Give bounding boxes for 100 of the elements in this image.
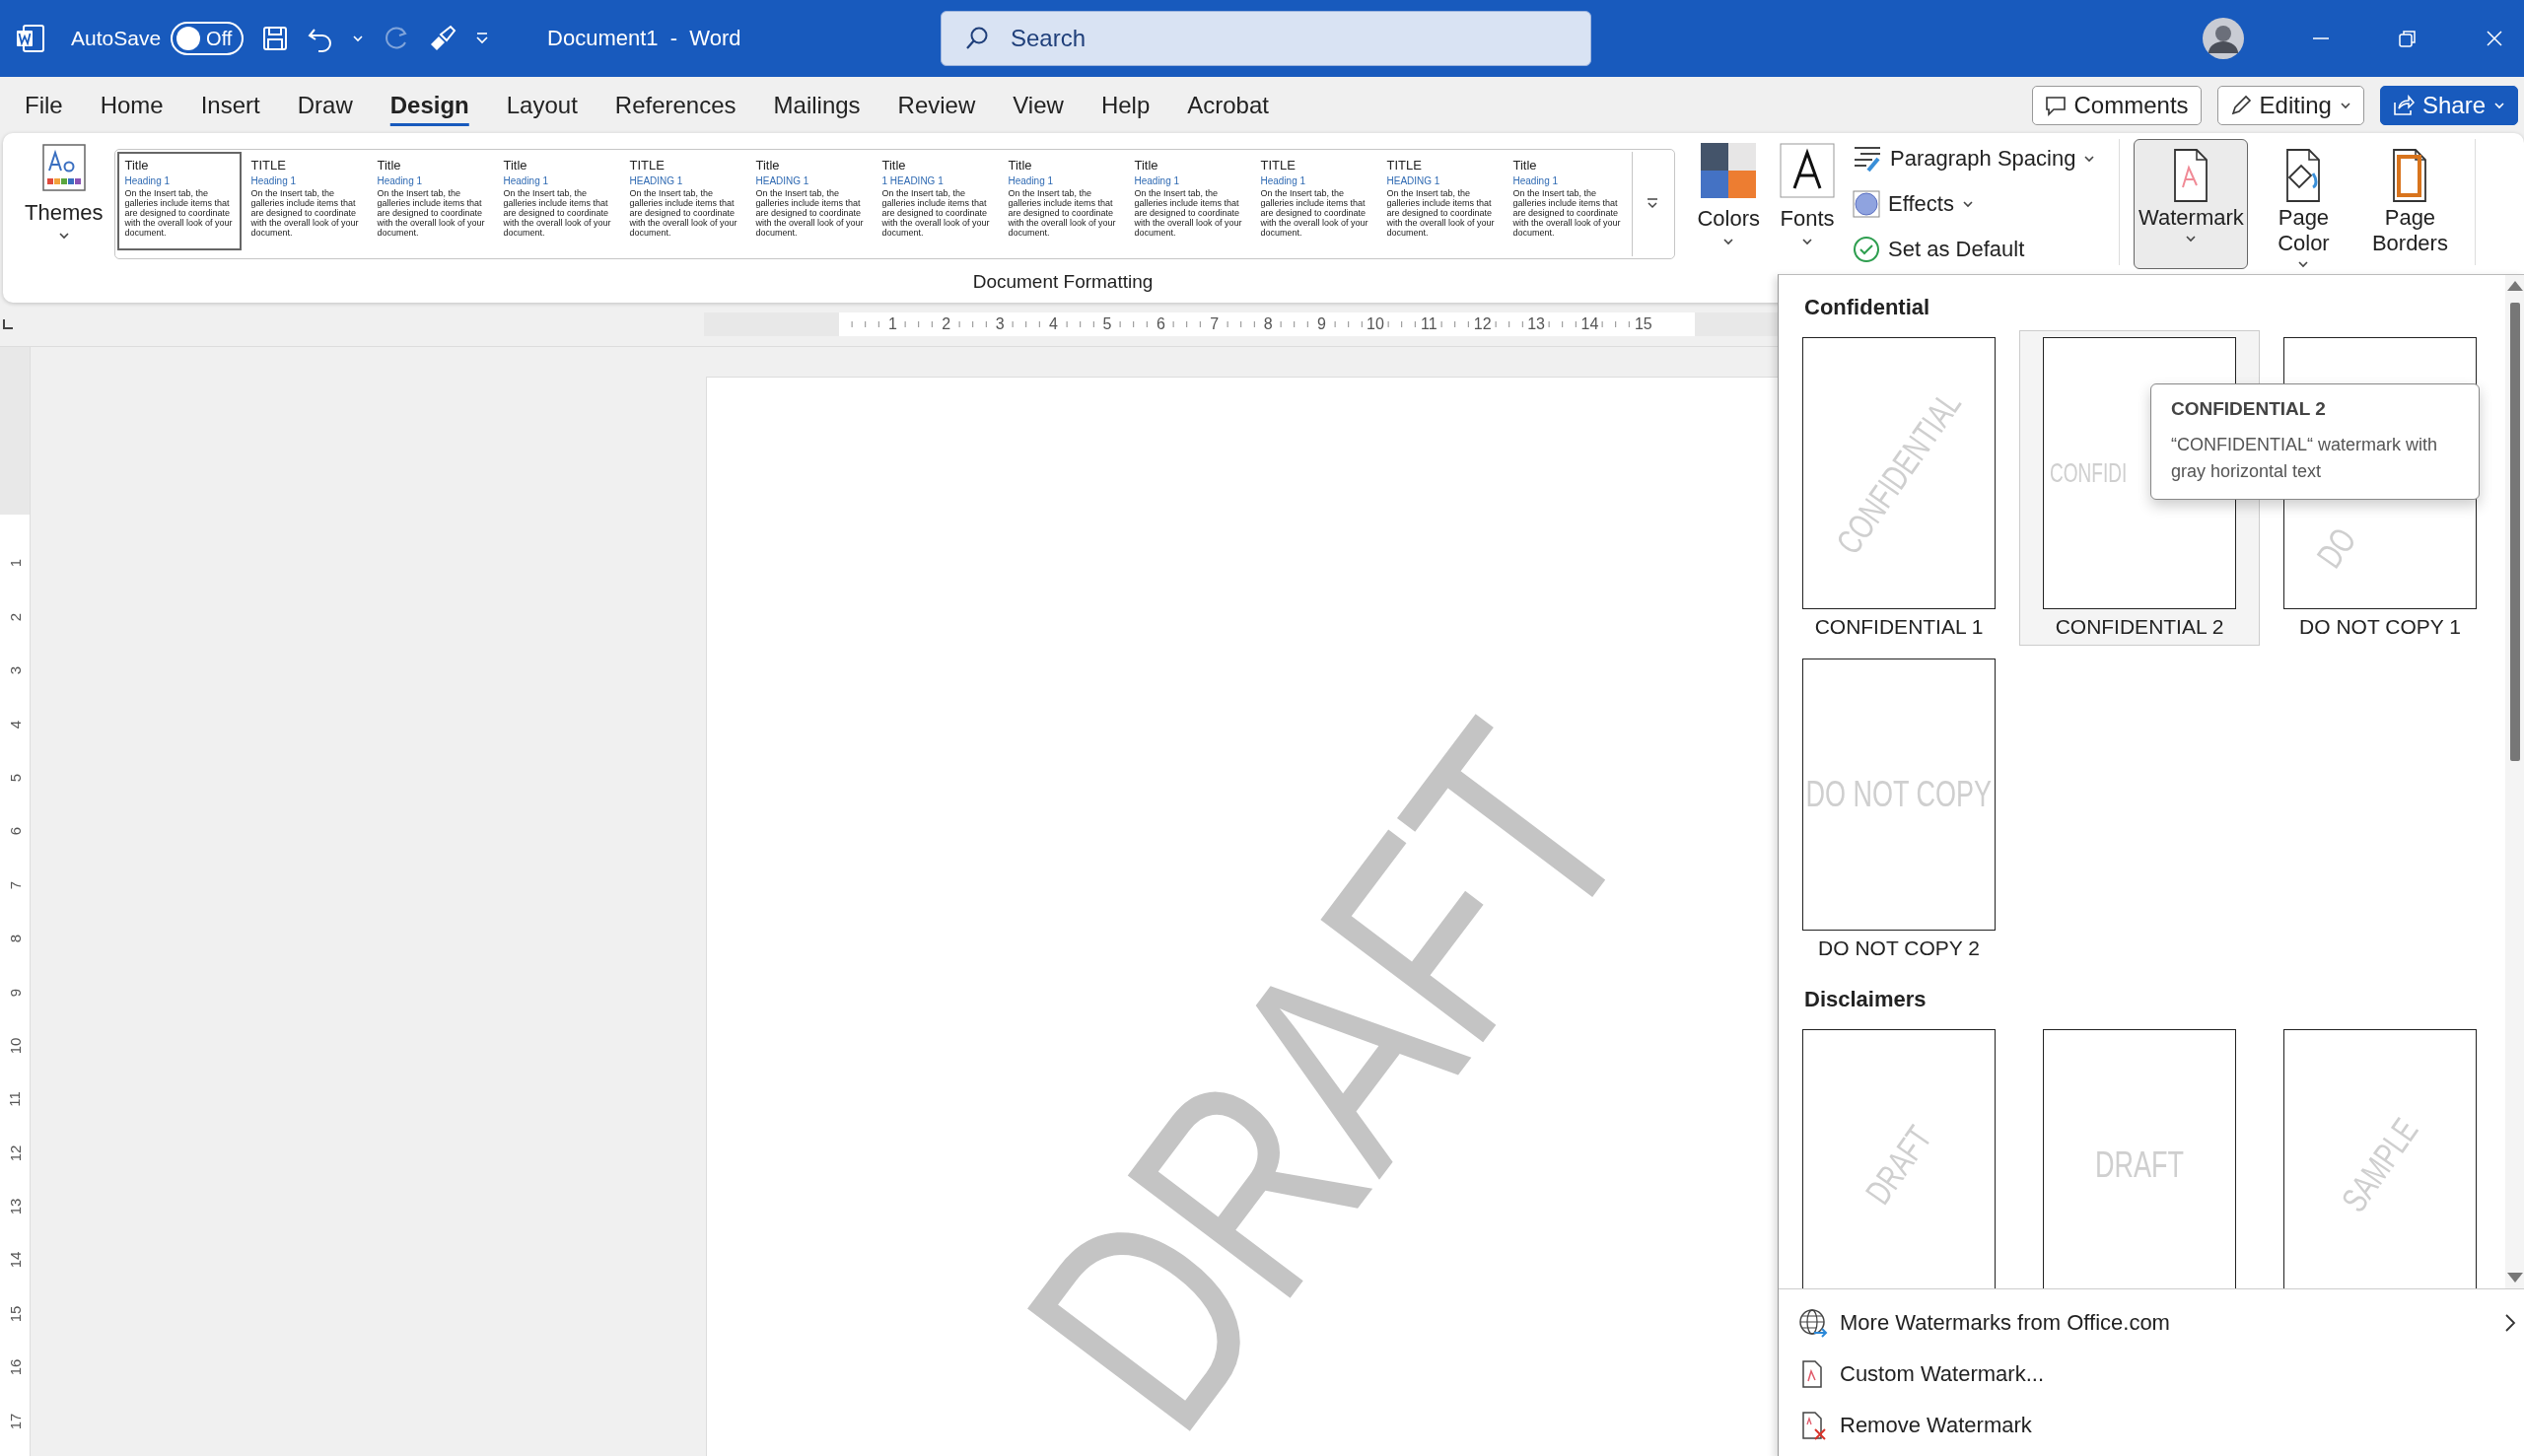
paragraph-spacing-icon [1853, 145, 1883, 173]
ruler-number: 14 [1580, 316, 1599, 332]
style-heading: Heading 1 [1008, 175, 1055, 186]
ruler-number: 4 [7, 720, 23, 728]
caret-icon [1722, 236, 1735, 247]
style-title: Title [1134, 158, 1159, 173]
save-icon[interactable] [261, 25, 290, 52]
menu-tab[interactable]: Home [81, 83, 182, 127]
more-watermarks-item[interactable]: More Watermarks from Office.com [1798, 1297, 2524, 1349]
ruler-number: 2 [942, 316, 951, 332]
menu-tab[interactable]: View [994, 83, 1083, 127]
ruler-number: 17 [7, 1413, 23, 1429]
menu-tab[interactable]: Review [878, 83, 995, 127]
remove-watermark-item[interactable]: Remove Watermark [1798, 1400, 2524, 1451]
ruler-number: 7 [1210, 316, 1220, 332]
document-title: Document1 - Word [547, 26, 741, 51]
ruler-number: 2 [7, 612, 23, 621]
ruler-number: 1 [887, 316, 897, 332]
scrollbar[interactable] [2505, 275, 2524, 1288]
style-set-thumbnail[interactable]: TITLE Heading 1 On the Insert tab, the galleries include items that are designed to coordinate with the overall look of your document. [244, 152, 369, 250]
ruler-number: 7 [7, 880, 23, 889]
style-title: Title [881, 158, 907, 173]
customize-icon[interactable] [474, 31, 491, 46]
style-title: TITLE [1260, 158, 1297, 173]
page-color-button[interactable]: Page Color [2252, 139, 2355, 269]
menu-tab[interactable]: Mailings [754, 83, 879, 127]
style-set-thumbnail[interactable]: Title 1 HEADING 1 On the Insert tab, the galleries include items that are designed to coordinate with the overall look of your document. [875, 152, 1000, 250]
style-title: Title [124, 158, 150, 173]
style-set-thumbnail[interactable]: Title Heading 1 On the Insert tab, the galleries include items that are designed to coordinate with the overall look of your document. [370, 152, 495, 250]
tab-stop-icon[interactable] [2, 318, 14, 330]
effects-button[interactable]: Effects [1853, 186, 2096, 222]
style-heading: Heading 1 [250, 175, 298, 186]
menu-tab[interactable]: References [596, 83, 755, 127]
ruler-number: 13 [7, 1198, 23, 1215]
ruler-number: 8 [1263, 316, 1273, 332]
ruler-number: 10 [7, 1037, 23, 1055]
menu-tab[interactable]: Layout [487, 83, 596, 127]
editing-button[interactable]: Editing [2216, 85, 2364, 125]
menu-tab[interactable]: Draw [278, 83, 372, 127]
caret-icon [2297, 258, 2310, 270]
style-body-text: On the Insert tab, the galleries include items that are designed to coordinate with the overall look of your document. [629, 188, 738, 238]
menu-tab[interactable]: Insert [181, 83, 279, 127]
ruler-number: 6 [7, 827, 23, 836]
menu-tab[interactable]: File [6, 83, 82, 127]
ruler-number: 15 [1634, 316, 1652, 332]
word-icon[interactable] [16, 24, 45, 53]
color-swatch-icon [1701, 143, 1757, 198]
caret-icon[interactable] [352, 33, 365, 44]
style-body-text: On the Insert tab, the galleries include items that are designed to coordinate with the overall look of your document. [755, 188, 865, 238]
style-heading: 1 HEADING 1 [881, 175, 945, 186]
style-set-thumbnail[interactable]: TITLE HEADING 1 On the Insert tab, the galleries include items that are designed to coordinate with the overall look of your document. [1379, 152, 1505, 250]
style-set-thumbnail[interactable]: Title Heading 1 On the Insert tab, the galleries include items that are designed to coordinate with the overall look of your document. [1001, 152, 1126, 250]
ruler-number: 5 [7, 773, 23, 783]
ruler-number: 6 [1156, 316, 1165, 332]
comments-button[interactable]: Comments [2031, 85, 2202, 125]
style-heading: HEADING 1 [755, 175, 810, 186]
style-body-text: On the Insert tab, the galleries include items that are designed to coordinate with the overall look of your document. [1134, 188, 1243, 238]
style-set-thumbnail[interactable]: Title Heading 1 On the Insert tab, the galleries include items that are designed to coordinate with the overall look of your document. [117, 152, 243, 250]
menu-tab[interactable]: Acrobat [1168, 83, 1288, 127]
close-icon[interactable] [2485, 29, 2504, 48]
style-body-text: On the Insert tab, the galleries include items that are designed to coordinate with the overall look of your document. [250, 188, 360, 238]
style-title: Title [503, 158, 528, 173]
ruler-number: 16 [7, 1358, 23, 1376]
ruler-number: 11 [1421, 316, 1437, 332]
vertical-ruler[interactable]: 1 2 3 4 5 6 7 8 9 10 11 12 13 14 15 16 17 [0, 347, 31, 1456]
custom-watermark-item[interactable]: Custom Watermark... [1798, 1349, 2524, 1400]
style-set-thumbnail[interactable]: Title HEADING 1 On the Insert tab, the galleries include items that are designed to coordinate with the overall look of your document. [748, 152, 874, 250]
search-field[interactable]: Search [941, 11, 1591, 66]
style-set-thumbnail[interactable]: TITLE Heading 1 On the Insert tab, the galleries include items that are designed to coordinate with the overall look of your document. [1253, 152, 1378, 250]
caret-icon [1801, 236, 1814, 247]
globe-icon [1798, 1308, 1828, 1338]
ruler-number: 14 [7, 1252, 23, 1269]
page-borders-button[interactable]: Page Borders [2358, 139, 2462, 269]
autosave-toggle[interactable]: Off [171, 22, 245, 55]
style-set-thumbnail[interactable]: TITLE HEADING 1 On the Insert tab, the galleries include items that are designed to coordinate with the overall look of your document. [622, 152, 747, 250]
colors-button[interactable]: Colors [1689, 139, 1769, 251]
style-heading: Heading 1 [503, 175, 550, 186]
menu-tab[interactable]: Help [1082, 83, 1169, 127]
style-set-thumbnail[interactable]: Title Heading 1 On the Insert tab, the galleries include items that are designed to coordinate with the overall look of your document. [496, 152, 621, 250]
set-as-default-button[interactable]: Set as Default [1853, 232, 2096, 267]
style-heading: HEADING 1 [1386, 175, 1441, 186]
ruler-number: 15 [7, 1305, 23, 1323]
paragraph-spacing-button[interactable]: Paragraph Spacing [1853, 141, 2096, 176]
fonts-button[interactable]: Fonts [1772, 139, 1844, 251]
style-set-thumbnail[interactable]: Title Heading 1 On the Insert tab, the galleries include items that are designed to coordinate with the overall look of your document. [1127, 152, 1252, 250]
themes-button[interactable]: Themes [17, 139, 111, 245]
style-body-text: On the Insert tab, the galleries include items that are designed to coordinate with the overall look of your document. [1260, 188, 1369, 238]
avatar-icon[interactable] [2203, 18, 2244, 59]
ruler-number: 11 [7, 1091, 23, 1108]
style-body-text: On the Insert tab, the galleries include items that are designed to coordinate with the overall look of your document. [1386, 188, 1496, 238]
expand-icon [1646, 197, 1660, 211]
menu-tab[interactable]: Design [371, 83, 488, 127]
watermark-button[interactable]: Watermark [2134, 139, 2249, 269]
ruler-number: 4 [1049, 316, 1058, 332]
style-set-thumbnail[interactable]: Title Heading 1 On the Insert tab, the galleries include items that are designed to coordinate with the overall look of your document. [1506, 152, 1631, 250]
ruler-number: 1 [7, 559, 23, 568]
style-body-text: On the Insert tab, the galleries include items that are designed to coordinate with the overall look of your document. [1008, 188, 1117, 238]
ruler-number: 8 [7, 934, 23, 943]
share-button[interactable]: Share [2379, 85, 2518, 125]
restore-icon[interactable] [2398, 29, 2418, 48]
